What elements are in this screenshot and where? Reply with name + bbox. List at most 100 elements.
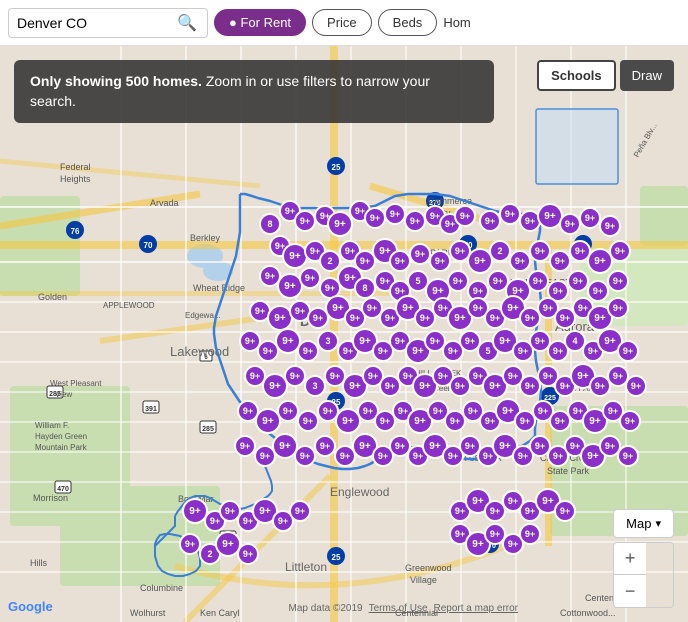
home-filter[interactable]: Hom xyxy=(443,15,470,30)
svg-text:25: 25 xyxy=(332,553,341,562)
map-data-text: Map data ©2019 xyxy=(289,603,363,614)
property-marker[interactable]: 9+ xyxy=(599,215,621,237)
svg-text:Littleton: Littleton xyxy=(285,560,327,574)
beds-button[interactable]: Beds xyxy=(378,9,438,36)
property-marker[interactable]: 9+ xyxy=(384,203,406,225)
property-marker[interactable]: 2 xyxy=(489,240,511,262)
property-marker[interactable]: 9+ xyxy=(447,270,469,292)
zoom-in-button[interactable]: + xyxy=(614,543,646,575)
banner-bold: Only showing 500 homes. xyxy=(30,73,202,89)
property-marker[interactable]: 2 xyxy=(319,250,341,272)
property-marker[interactable]: 9+ xyxy=(567,270,589,292)
map-type-label: Map xyxy=(626,516,651,531)
zoom-controls: + − xyxy=(613,542,674,608)
map-controls: Schools Draw xyxy=(537,60,674,91)
svg-text:Morrison: Morrison xyxy=(33,493,68,503)
svg-text:Berkley: Berkley xyxy=(190,233,221,243)
property-marker[interactable]: 9+ xyxy=(234,435,256,457)
svg-text:Cottonwood...: Cottonwood... xyxy=(560,608,616,618)
svg-text:Golden: Golden xyxy=(38,292,67,302)
svg-text:Wolhurst: Wolhurst xyxy=(130,608,166,618)
report-link[interactable]: Report a map error xyxy=(434,603,518,614)
svg-text:Wheat Ridge: Wheat Ridge xyxy=(193,283,245,293)
zoom-out-button[interactable]: − xyxy=(614,575,646,607)
property-marker[interactable]: 9+ xyxy=(404,210,426,232)
property-marker[interactable]: 9+ xyxy=(509,250,531,272)
for-rent-button[interactable]: ● For Rent xyxy=(214,9,306,36)
property-marker[interactable]: 9+ xyxy=(519,523,541,545)
property-marker[interactable]: 9+ xyxy=(617,340,639,362)
property-marker[interactable]: 8 xyxy=(259,213,281,235)
chevron-down-icon: ▾ xyxy=(655,517,661,530)
property-marker[interactable]: 9+ xyxy=(625,375,647,397)
property-marker[interactable]: 9+ xyxy=(619,410,641,432)
property-marker[interactable]: 9+ xyxy=(609,240,631,262)
property-marker[interactable]: 3 xyxy=(317,330,339,352)
property-marker[interactable]: 9+ xyxy=(314,435,336,457)
property-marker[interactable]: 9+ xyxy=(559,213,581,235)
svg-text:State Park: State Park xyxy=(547,466,590,476)
svg-text:Arvada: Arvada xyxy=(150,198,179,208)
map-background: 70 70 70 25 25 25 270 225 76 470 285 285… xyxy=(0,46,688,622)
property-marker[interactable]: 9+ xyxy=(277,400,299,422)
property-marker[interactable]: 3 xyxy=(304,375,326,397)
map-bottom-controls: Map ▾ + − xyxy=(613,509,674,608)
map-type-button[interactable]: Map ▾ xyxy=(613,509,674,538)
property-marker[interactable]: 9+ xyxy=(409,243,431,265)
property-marker[interactable]: 9+ xyxy=(364,207,386,229)
schools-button[interactable]: Schools xyxy=(537,60,616,91)
search-input[interactable] xyxy=(17,15,177,31)
svg-text:View: View xyxy=(55,390,72,399)
svg-text:Greenwood: Greenwood xyxy=(405,563,452,573)
header: 🔍 ● For Rent Price Beds Hom xyxy=(0,0,688,46)
property-marker[interactable]: 9+ xyxy=(587,280,609,302)
property-marker[interactable]: 9+ xyxy=(607,297,629,319)
property-marker[interactable]: 9+ xyxy=(179,533,201,555)
svg-text:Edgewa...: Edgewa... xyxy=(185,311,221,320)
google-logo: Google xyxy=(8,599,53,614)
property-marker[interactable]: 9+ xyxy=(294,445,316,467)
property-marker[interactable]: 9+ xyxy=(554,500,576,522)
price-button[interactable]: Price xyxy=(312,9,372,36)
property-marker[interactable]: 9+ xyxy=(237,543,259,565)
svg-text:470: 470 xyxy=(57,486,69,493)
svg-text:West Pleasant: West Pleasant xyxy=(50,379,102,388)
property-marker[interactable]: 9+ xyxy=(607,270,629,292)
svg-text:Hayden Green: Hayden Green xyxy=(35,432,87,441)
svg-text:Federal: Federal xyxy=(60,162,91,172)
property-marker[interactable]: 9+ xyxy=(479,210,501,232)
svg-text:Hills: Hills xyxy=(30,558,47,568)
info-banner: Only showing 500 homes. Zoom in or use f… xyxy=(14,60,494,123)
search-box[interactable]: 🔍 xyxy=(8,8,208,38)
property-marker[interactable]: 8 xyxy=(354,277,376,299)
property-marker[interactable]: 9+ xyxy=(299,267,321,289)
property-marker[interactable]: 9+ xyxy=(284,365,306,387)
search-icon[interactable]: 🔍 xyxy=(177,13,197,33)
svg-text:70: 70 xyxy=(144,241,153,250)
svg-text:William F.: William F. xyxy=(35,421,69,430)
property-marker[interactable]: 9+ xyxy=(297,340,319,362)
property-marker[interactable]: 9+ xyxy=(499,203,521,225)
property-marker[interactable]: 9+ xyxy=(389,250,411,272)
property-marker[interactable]: 9+ xyxy=(549,250,571,272)
terms-link[interactable]: Terms of Use xyxy=(369,603,428,614)
property-marker[interactable]: 9+ xyxy=(429,250,451,272)
svg-text:Mountain Park: Mountain Park xyxy=(35,443,88,452)
property-marker[interactable]: 9+ xyxy=(289,500,311,522)
svg-text:76: 76 xyxy=(71,227,80,236)
property-marker[interactable]: 9+ xyxy=(297,410,319,432)
property-marker[interactable]: 9+ xyxy=(579,207,601,229)
svg-text:285: 285 xyxy=(202,426,214,433)
map-container[interactable]: 70 70 70 25 25 25 270 225 76 470 285 285… xyxy=(0,46,688,622)
draw-button[interactable]: Draw xyxy=(620,60,674,91)
property-marker[interactable]: 9+ xyxy=(454,205,476,227)
svg-text:Ken Caryl: Ken Caryl xyxy=(200,608,240,618)
svg-text:APPLEWOOD: APPLEWOOD xyxy=(103,301,155,310)
svg-text:25: 25 xyxy=(332,163,341,172)
property-marker[interactable]: 9+ xyxy=(617,445,639,467)
svg-text:391: 391 xyxy=(145,406,157,413)
svg-text:Village: Village xyxy=(410,575,437,585)
property-marker[interactable]: 9+ xyxy=(294,210,316,232)
property-marker[interactable]: 9+ xyxy=(527,270,549,292)
property-marker[interactable]: 9+ xyxy=(529,240,551,262)
